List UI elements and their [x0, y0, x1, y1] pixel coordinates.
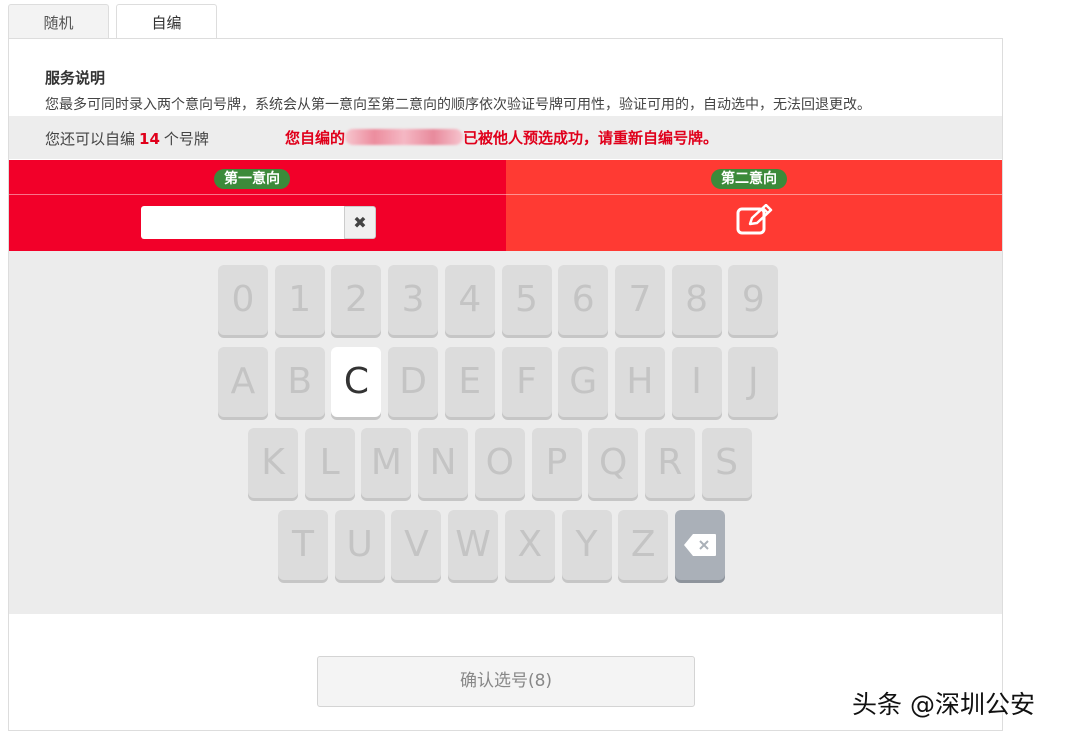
- key-b[interactable]: B: [274, 347, 325, 417]
- key-m[interactable]: M: [361, 428, 412, 498]
- first-choice-section: 第一意向 ✖: [9, 160, 506, 251]
- tab-custom[interactable]: 自编: [116, 4, 217, 40]
- second-choice-section[interactable]: 第二意向: [506, 160, 1002, 251]
- key-r[interactable]: R: [644, 428, 695, 498]
- key-8[interactable]: 8: [671, 265, 722, 335]
- service-title: 服务说明: [45, 69, 106, 87]
- key-9[interactable]: 9: [728, 265, 779, 335]
- key-y[interactable]: Y: [561, 510, 612, 580]
- key-0[interactable]: 0: [218, 265, 268, 335]
- remaining-count: 14: [139, 130, 160, 148]
- key-7[interactable]: 7: [614, 265, 665, 335]
- redacted-plate: [345, 129, 464, 145]
- key-4[interactable]: 4: [444, 265, 495, 335]
- key-t[interactable]: T: [278, 510, 328, 580]
- key-l[interactable]: L: [304, 428, 355, 498]
- second-choice-label: 第二意向: [711, 169, 787, 189]
- key-q[interactable]: Q: [588, 428, 639, 498]
- info-bar: 您还可以自编 14 个号牌 您自编的 已被他人预选成功，请重新自编号牌。: [9, 116, 1002, 159]
- key-s[interactable]: S: [701, 428, 752, 498]
- key-3[interactable]: 3: [388, 265, 439, 335]
- close-icon: ✖: [353, 213, 367, 232]
- key-f[interactable]: F: [501, 347, 552, 417]
- key-h[interactable]: H: [614, 347, 665, 417]
- key-a[interactable]: A: [218, 347, 268, 417]
- first-choice-label: 第一意向: [214, 169, 290, 189]
- custom-plate-panel: 服务说明 您最多可同时录入两个意向号牌，系统会从第一意向至第二意向的顺序依次验证…: [8, 38, 1003, 731]
- warning-message: 您自编的 已被他人预选成功，请重新自编号牌。: [285, 127, 718, 148]
- plate-keyboard: 0123456789 ABCDEFGHIJ KLMNOPQRS TUVWXYZ: [9, 251, 1002, 614]
- key-j[interactable]: J: [728, 347, 779, 417]
- key-2[interactable]: 2: [331, 265, 382, 335]
- key-u[interactable]: U: [334, 510, 385, 580]
- key-p[interactable]: P: [531, 428, 582, 498]
- choice-divider: [9, 194, 1002, 195]
- warning-prefix: 您自编的: [285, 129, 346, 147]
- key-6[interactable]: 6: [558, 265, 609, 335]
- key-w[interactable]: W: [448, 510, 499, 580]
- confirm-button[interactable]: 确认选号(8): [317, 656, 695, 707]
- key-1[interactable]: 1: [274, 265, 325, 335]
- key-d[interactable]: D: [388, 347, 439, 417]
- first-choice-input[interactable]: [141, 206, 345, 239]
- key-e[interactable]: E: [444, 347, 495, 417]
- key-c[interactable]: C: [331, 347, 382, 417]
- key-g[interactable]: G: [558, 347, 609, 417]
- remaining-suffix: 个号牌: [163, 130, 209, 148]
- key-o[interactable]: O: [474, 428, 525, 498]
- backspace-key[interactable]: [674, 510, 725, 580]
- remaining-prefix: 您还可以自编: [45, 130, 136, 148]
- remaining-count-text: 您还可以自编 14 个号牌: [45, 128, 209, 149]
- clear-input-button[interactable]: ✖: [344, 206, 376, 239]
- key-v[interactable]: V: [391, 510, 442, 580]
- warning-suffix: 已被他人预选成功，请重新自编号牌。: [463, 129, 719, 147]
- backspace-icon: [683, 534, 716, 556]
- watermark: 头条 @深圳公安: [852, 690, 1035, 719]
- key-z[interactable]: Z: [618, 510, 669, 580]
- key-k[interactable]: K: [248, 428, 298, 498]
- tab-random[interactable]: 随机: [8, 4, 109, 38]
- service-description: 您最多可同时录入两个意向号牌，系统会从第一意向至第二意向的顺序依次验证号牌可用性…: [45, 97, 871, 113]
- key-x[interactable]: X: [504, 510, 555, 580]
- edit-icon[interactable]: [736, 204, 774, 236]
- key-5[interactable]: 5: [501, 265, 552, 335]
- key-i[interactable]: I: [671, 347, 722, 417]
- key-n[interactable]: N: [418, 428, 469, 498]
